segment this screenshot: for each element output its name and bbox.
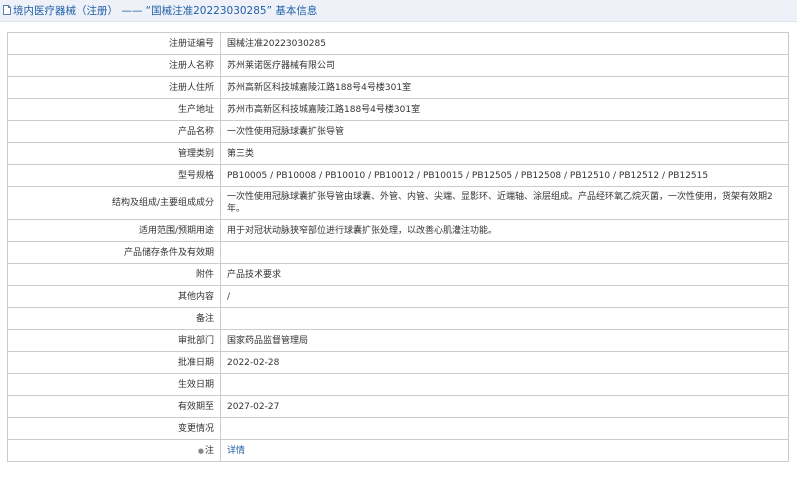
field-value [220,307,789,330]
table-row: 注册证编号 国械注准20223030285 [7,32,789,55]
table-row-note: ●注 详情 [7,439,789,462]
table-row: 生效日期 [7,373,789,396]
field-label: 批准日期 [7,351,221,374]
field-value: 一次性使用冠脉球囊扩张导管由球囊、外管、内管、尖端、显影环、近端轴、涂层组成。产… [220,186,789,220]
field-value: 用于对冠状动脉狭窄部位进行球囊扩张处理，以改善心肌灌注功能。 [220,219,789,242]
table-row: 产品名称 一次性使用冠脉球囊扩张导管 [7,120,789,143]
table-row: 变更情况 [7,417,789,440]
table-row: 生产地址 苏州市高新区科技城嘉陵江路188号4号楼301室 [7,98,789,121]
field-label: 生效日期 [7,373,221,396]
field-label: 变更情况 [7,417,221,440]
table-row: 其他内容 / [7,285,789,308]
field-value: 国械注准20223030285 [220,32,789,55]
document-icon [3,4,11,15]
field-label: 注册证编号 [7,32,221,55]
field-label: 附件 [7,263,221,286]
field-label: 型号规格 [7,164,221,187]
field-value: 2022-02-28 [220,351,789,374]
field-value: 苏州高新区科技城嘉陵江路188号4号楼301室 [220,76,789,99]
field-label: 备注 [7,307,221,330]
note-label: 注 [204,445,214,456]
table-row: 备注 [7,307,789,330]
table-row: 有效期至 2027-02-27 [7,395,789,418]
details-link[interactable]: 详情 [227,446,245,456]
table-row: 审批部门 国家药品监督管理局 [7,329,789,352]
field-label: 管理类别 [7,142,221,165]
field-value: 国家药品监督管理局 [220,329,789,352]
field-value [220,373,789,396]
table-row: 附件 产品技术要求 [7,263,789,286]
note-value-cell: 详情 [220,439,789,462]
field-label: 结构及组成/主要组成成分 [7,186,221,220]
field-value [220,241,789,264]
field-value: 苏州市高新区科技城嘉陵江路188号4号楼301室 [220,98,789,121]
registration-info-table: 注册证编号 国械注准20223030285 注册人名称 苏州莱诺医疗器械有限公司… [7,32,789,462]
field-value: / [220,285,789,308]
table-row: 产品储存条件及有效期 [7,241,789,264]
table-row: 批准日期 2022-02-28 [7,351,789,374]
field-label: 注册人名称 [7,54,221,77]
table-row: 型号规格 PB10005 / PB10008 / PB10010 / PB100… [7,164,789,187]
page-header: 境内医疗器械（注册） —— “国械注准20223030285” 基本信息 [0,0,797,22]
field-label: 注册人住所 [7,76,221,99]
field-value: 苏州莱诺医疗器械有限公司 [220,54,789,77]
field-label: 产品名称 [7,120,221,143]
field-value: PB10005 / PB10008 / PB10010 / PB10012 / … [220,164,789,187]
table-row: 注册人名称 苏州莱诺医疗器械有限公司 [7,54,789,77]
field-label: 适用范围/预期用途 [7,219,221,242]
field-value: 一次性使用冠脉球囊扩张导管 [220,120,789,143]
field-label: 审批部门 [7,329,221,352]
field-value: 产品技术要求 [220,263,789,286]
field-label: 其他内容 [7,285,221,308]
bullet-dot-icon: ● [197,446,204,455]
table-row: 管理类别 第三类 [7,142,789,165]
field-value: 第三类 [220,142,789,165]
field-value [220,417,789,440]
field-label: 产品储存条件及有效期 [7,241,221,264]
field-label: 生产地址 [7,98,221,121]
field-label: 有效期至 [7,395,221,418]
note-label-cell: ●注 [7,439,221,462]
table-row: 结构及组成/主要组成成分 一次性使用冠脉球囊扩张导管由球囊、外管、内管、尖端、显… [7,186,789,220]
page-title: 境内医疗器械（注册） —— “国械注准20223030285” 基本信息 [13,5,318,17]
field-value: 2027-02-27 [220,395,789,418]
table-row: 注册人住所 苏州高新区科技城嘉陵江路188号4号楼301室 [7,76,789,99]
table-row: 适用范围/预期用途 用于对冠状动脉狭窄部位进行球囊扩张处理，以改善心肌灌注功能。 [7,219,789,242]
